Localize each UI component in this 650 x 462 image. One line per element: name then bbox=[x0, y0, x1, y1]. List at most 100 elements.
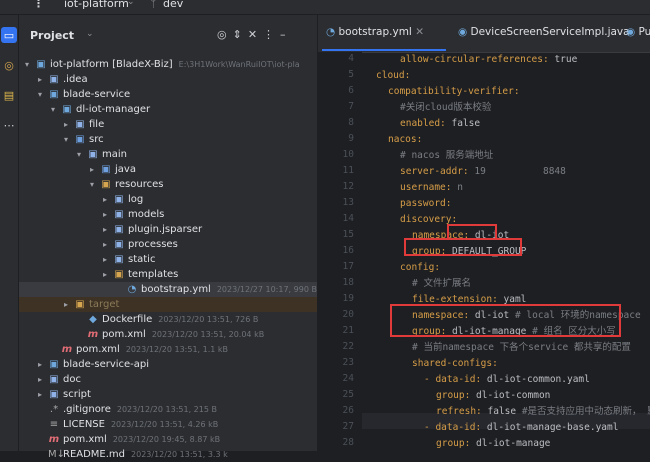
more-tools-icon[interactable]: ⋯ bbox=[1, 117, 17, 133]
code-line[interactable]: # nacos 服务端地址 bbox=[400, 148, 493, 164]
tree-item[interactable]: ◆ Dockerfile 2023/12/20 13:51, 726 B bbox=[19, 312, 317, 327]
tree-item[interactable]: M↓ README.md 2023/12/20 13:51, 3.3 k bbox=[19, 447, 317, 462]
tree-item[interactable]: ▸ ▣ models bbox=[19, 207, 317, 222]
tree-item[interactable]: .* .gitignore 2023/12/20 13:51, 215 B bbox=[19, 402, 317, 417]
chevron-right-icon[interactable]: ▸ bbox=[103, 207, 107, 222]
code-line[interactable]: - data-id: dl-iot-common.yaml bbox=[424, 372, 590, 388]
chevron-right-icon[interactable]: ▸ bbox=[64, 117, 68, 132]
tree-item[interactable]: ▸ ▣ target bbox=[19, 297, 317, 312]
tree-item[interactable]: ▾ ▣ iot-platform [BladeX-Biz] E:\3H1Work\Wa… bbox=[19, 57, 317, 72]
tree-item[interactable]: ▸ ▣ file bbox=[19, 117, 317, 132]
tree-item[interactable]: ▸ ▣ script bbox=[19, 387, 317, 402]
chevron-right-icon[interactable]: ▸ bbox=[103, 222, 107, 237]
tree-item[interactable]: ▸ ▣ .idea bbox=[19, 72, 317, 87]
tree-item[interactable]: ▸ ▣ log bbox=[19, 192, 317, 207]
close-icon[interactable]: ✕ bbox=[248, 28, 263, 41]
code-line[interactable]: password: bbox=[400, 196, 451, 212]
chevron-right-icon[interactable]: ▸ bbox=[90, 162, 94, 177]
line-number: 25 bbox=[342, 389, 354, 400]
line-number: 8 bbox=[348, 117, 354, 128]
tree-item[interactable]: m pom.xml 2023/12/20 13:51, 20.04 kB bbox=[19, 327, 317, 342]
tree-item[interactable]: ▸ ▣ processes bbox=[19, 237, 317, 252]
chevron-right-icon[interactable]: ▸ bbox=[38, 387, 42, 402]
project-tool-icon[interactable]: ▭ bbox=[1, 27, 17, 43]
project-panel-title[interactable]: Project bbox=[30, 29, 74, 42]
project-selector[interactable]: iot-platform bbox=[64, 0, 129, 10]
tree-item-name: blade-service-api bbox=[63, 359, 150, 370]
line-number: 4 bbox=[348, 53, 354, 64]
code-line[interactable]: username: n bbox=[400, 180, 463, 196]
main-menu-icon[interactable]: ⋮ bbox=[33, 0, 44, 10]
code-line[interactable]: shared-configs: bbox=[412, 356, 498, 372]
tree-item[interactable]: ▸ ▣ templates bbox=[19, 267, 317, 282]
tab-bootstrap-yml[interactable]: ◔ bootstrap.yml ✕ bbox=[326, 26, 424, 38]
tree-item[interactable]: m pom.xml 2023/12/20 19:45, 8.87 kB bbox=[19, 432, 317, 447]
chevron-down-icon[interactable]: ▾ bbox=[64, 132, 68, 147]
chevron-down-icon[interactable]: ▾ bbox=[38, 87, 42, 102]
java-class-icon: ◉ bbox=[458, 26, 468, 38]
chevron-right-icon[interactable]: ▸ bbox=[103, 192, 107, 207]
chevron-right-icon[interactable]: ▸ bbox=[103, 267, 107, 282]
code-line[interactable]: enabled: false bbox=[400, 116, 480, 132]
code-line[interactable]: allow-circular-references: true bbox=[400, 52, 577, 68]
tree-item[interactable]: ▸ ▣ java bbox=[19, 162, 317, 177]
minimize-icon[interactable]: – bbox=[280, 28, 292, 41]
options-icon[interactable]: ⋮ bbox=[263, 28, 280, 41]
chevron-down-icon[interactable]: ⌄ bbox=[86, 29, 94, 39]
target-icon[interactable]: ◎ bbox=[217, 28, 233, 41]
code-line[interactable]: refresh: false #是否支持应用中动态刷新， 默认 bbox=[436, 404, 650, 420]
chevron-right-icon[interactable]: ▸ bbox=[64, 297, 68, 312]
branch-selector[interactable]: dev bbox=[163, 0, 183, 10]
tree-item-name: resources bbox=[115, 179, 164, 190]
close-icon[interactable]: ✕ bbox=[415, 26, 424, 38]
code-line[interactable]: compatibility-verifier: bbox=[388, 84, 520, 100]
collapse-icon[interactable]: ⇕ bbox=[233, 28, 248, 41]
tree-item[interactable]: ▸ ▣ plugin.jsparser bbox=[19, 222, 317, 237]
folder-icon: ▣ bbox=[114, 209, 124, 220]
chevron-right-icon[interactable]: ▸ bbox=[103, 237, 107, 252]
chevron-right-icon[interactable]: ▸ bbox=[38, 72, 42, 87]
chevron-down-icon[interactable]: ▾ bbox=[90, 177, 94, 192]
code-line[interactable]: config: bbox=[400, 260, 440, 276]
code-line[interactable]: - data-id: dl-iot-manage-base.yaml bbox=[424, 420, 618, 436]
code-line[interactable]: #关闭cloud版本校验 bbox=[400, 100, 491, 116]
chevron-down-icon[interactable]: ▾ bbox=[25, 57, 29, 72]
yaml-key: allow-circular-references: bbox=[400, 54, 549, 65]
code-line[interactable]: group: dl-iot-manage bbox=[436, 436, 550, 451]
tree-item[interactable]: ▾ ▣ resources bbox=[19, 177, 317, 192]
module-folder-icon: ▣ bbox=[49, 89, 59, 100]
code-line[interactable]: # 文件扩展名 bbox=[412, 276, 471, 292]
tree-item[interactable]: ◔ bootstrap.yml 2023/12/27 10:17, 990 B 12 bbox=[19, 282, 317, 297]
structure-tool-icon[interactable]: ▤ bbox=[1, 87, 17, 103]
tree-item-name: target bbox=[89, 299, 120, 310]
tree-item[interactable]: ▸ ▣ blade-service-api bbox=[19, 357, 317, 372]
editor-tabs: ◔ bootstrap.yml ✕ ◉ DeviceScreenServiceI… bbox=[318, 15, 650, 53]
chevron-right-icon[interactable]: ▸ bbox=[103, 252, 107, 267]
tree-item[interactable]: ▸ ▣ static bbox=[19, 252, 317, 267]
code-line[interactable]: cloud: bbox=[376, 68, 410, 84]
tree-item[interactable]: ▾ ▣ src bbox=[19, 132, 317, 147]
highlight-box-discovery-group bbox=[404, 238, 522, 256]
chevron-right-icon[interactable]: ▸ bbox=[38, 357, 42, 372]
tree-item-name: pom.xml bbox=[76, 344, 120, 355]
code-line[interactable]: server-addr: 19 8848 bbox=[400, 164, 566, 180]
tree-item[interactable]: m pom.xml 2023/12/20 13:51, 1.1 kB bbox=[19, 342, 317, 357]
commit-tool-icon[interactable]: ◎ bbox=[1, 57, 17, 73]
chevron-down-icon[interactable]: ▾ bbox=[77, 147, 81, 162]
line-number: 16 bbox=[342, 245, 354, 256]
chevron-down-icon[interactable]: ▾ bbox=[51, 102, 55, 117]
code-line[interactable]: # 当前namespace 下各个service 都共享的配置 bbox=[412, 340, 631, 356]
tree-item[interactable]: ▾ ▣ main bbox=[19, 147, 317, 162]
highlight-box-config-namespace-group bbox=[390, 304, 621, 337]
tab-pu[interactable]: ◉ Pu bbox=[626, 26, 650, 38]
tab-device-screen-service[interactable]: ◉ DeviceScreenServiceImpl.java bbox=[458, 26, 630, 38]
tree-item[interactable]: ▾ ▣ dl-iot-manager bbox=[19, 102, 317, 117]
chevron-down-icon[interactable]: ⌄ bbox=[127, 0, 135, 7]
code-line[interactable]: group: dl-iot-common bbox=[436, 388, 550, 404]
code-line[interactable]: nacos: bbox=[388, 132, 422, 148]
source-folder-icon: ▣ bbox=[101, 164, 111, 175]
tree-item[interactable]: ≡ LICENSE 2023/12/20 13:51, 4.26 kB bbox=[19, 417, 317, 432]
chevron-right-icon[interactable]: ▸ bbox=[38, 372, 42, 387]
tree-item[interactable]: ▸ ▣ doc bbox=[19, 372, 317, 387]
tree-item[interactable]: ▾ ▣ blade-service bbox=[19, 87, 317, 102]
